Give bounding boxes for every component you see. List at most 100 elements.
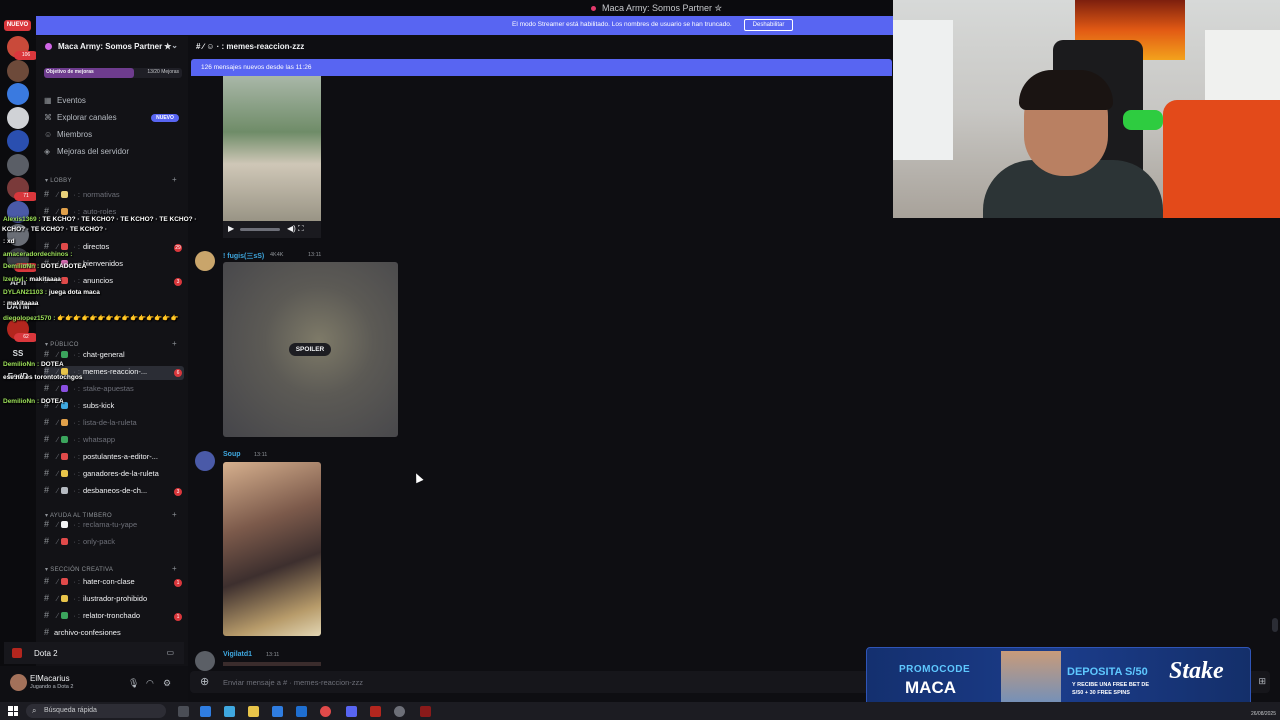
folder-icon[interactable] bbox=[248, 706, 259, 717]
category-creative[interactable]: ▾ SECCIÓN CREATIVA bbox=[45, 566, 113, 573]
store-icon[interactable] bbox=[272, 706, 283, 717]
channel-item[interactable]: ›#∕· :ilustrador-prohibido bbox=[44, 593, 184, 607]
stream-chat-line: : xd bbox=[3, 238, 15, 245]
task-view-icon[interactable] bbox=[178, 706, 189, 717]
dota-icon[interactable] bbox=[420, 706, 431, 717]
video-attachment[interactable] bbox=[223, 76, 321, 236]
channel-name: hater-con-clase bbox=[82, 577, 135, 586]
add-channel-icon[interactable]: + bbox=[172, 339, 177, 348]
message-author[interactable]: Soup bbox=[223, 451, 241, 458]
voice-connection[interactable]: Dota 2 ▭ bbox=[4, 642, 184, 664]
channel-emoji-icon bbox=[61, 453, 69, 460]
channel-item[interactable]: # ∕ · : normativas bbox=[44, 189, 184, 203]
chrome-icon[interactable] bbox=[320, 706, 331, 717]
separator-icon: · : bbox=[73, 207, 80, 216]
volume-slider[interactable] bbox=[240, 228, 280, 231]
message-author[interactable]: ! fugis(三sS) bbox=[223, 251, 264, 261]
stake-logo: Stake bbox=[1169, 658, 1224, 684]
message-author[interactable]: Vigilatd1 bbox=[223, 651, 252, 658]
stream-chat-user: DemilioNn : bbox=[3, 263, 40, 270]
slash-icon: ∕ bbox=[57, 577, 59, 586]
channel-item[interactable]: ›#archivo-confesiones bbox=[44, 627, 184, 641]
channel-item[interactable]: # ∕ · : subs-kick bbox=[44, 400, 184, 414]
channel-item[interactable]: # ∕ · : reclama-tu-yape bbox=[44, 519, 184, 533]
app-icon[interactable] bbox=[370, 706, 381, 717]
guild-header[interactable]: Maca Army: Somos Partner ✮ ⌄ bbox=[36, 36, 188, 58]
server-icon[interactable] bbox=[7, 153, 29, 176]
discord-icon[interactable] bbox=[346, 706, 357, 717]
dota-icon bbox=[12, 648, 22, 658]
disable-streamer-button[interactable]: Deshabilitar bbox=[744, 19, 793, 31]
message-input[interactable]: Enviar mensaje a # · memes-reaccion-zzz bbox=[223, 678, 363, 687]
server-icon[interactable]: SS bbox=[4, 349, 32, 358]
channel-item[interactable]: # ∕ · : whatsapp bbox=[44, 434, 184, 448]
obs-icon[interactable] bbox=[394, 706, 405, 717]
channel-item[interactable]: # ∕ · : lista-de-la-ruleta bbox=[44, 417, 184, 431]
volume-icon[interactable]: ◀) ⛶ bbox=[287, 224, 304, 234]
avatar[interactable] bbox=[195, 251, 215, 271]
stream-chat-message: KCHO? · TE KCHO? · TE KCHO? · bbox=[2, 226, 108, 233]
nav-browse-channels[interactable]: ⌘ Explorar canales bbox=[44, 113, 117, 122]
windows-start-icon[interactable] bbox=[8, 706, 18, 716]
channel-item[interactable]: # ∕ · : anuncios 3 bbox=[44, 275, 184, 289]
screen-share-icon[interactable]: ▭ bbox=[166, 648, 174, 657]
outlook-icon[interactable] bbox=[296, 706, 307, 717]
edge-icon[interactable] bbox=[200, 706, 211, 717]
channel-item[interactable]: ›#∕· :hater-con-clase1 bbox=[44, 576, 184, 590]
avatar[interactable] bbox=[195, 651, 215, 671]
add-channel-icon[interactable]: + bbox=[172, 564, 177, 573]
channel-item[interactable]: ›#∕· :postulantes-a-editor-... bbox=[44, 451, 184, 465]
gamepad-icon[interactable]: ⊞ bbox=[1258, 676, 1266, 687]
nav-server-boosts[interactable]: ◈ Mejoras del servidor bbox=[44, 147, 129, 156]
video-attachment[interactable] bbox=[223, 662, 321, 666]
channel-item[interactable]: # ∕ · : stake-apuestas bbox=[44, 383, 184, 397]
boost-goal[interactable]: Objetivo de mejoras 13/20 Mejoras bbox=[44, 68, 182, 78]
channel-item[interactable]: ›#∕· :desbaneos-de-ch...3 bbox=[44, 485, 184, 499]
nav-members[interactable]: ☺ Miembros bbox=[44, 130, 92, 139]
promo-deposit: DEPOSITA S/50 bbox=[1067, 666, 1148, 678]
hash-icon: # bbox=[44, 485, 50, 495]
slash-icon: ∕ bbox=[57, 611, 59, 620]
channel-name: archivo-confesiones bbox=[54, 628, 121, 637]
stream-chat-message: makitaaaa bbox=[29, 276, 61, 283]
unread-count: 3 bbox=[174, 488, 182, 496]
taskbar-search[interactable]: ⌕ Búsqueda rápida bbox=[26, 704, 166, 718]
channel-item[interactable]: ›#∕· :ganadores-de-la-ruleta bbox=[44, 468, 184, 482]
scrollbar[interactable] bbox=[1272, 618, 1278, 632]
avatar[interactable] bbox=[195, 451, 215, 471]
nav-label: Miembros bbox=[57, 130, 93, 139]
channel-item[interactable]: # ∕ · : chat-general bbox=[44, 349, 184, 363]
gear-icon[interactable]: ⚙ bbox=[163, 678, 171, 689]
separator-icon: · : bbox=[73, 486, 80, 495]
headphones-icon[interactable]: ◠ bbox=[146, 678, 154, 689]
spoiler-image[interactable]: SPOILER bbox=[223, 262, 398, 437]
nav-events[interactable]: ▦ Eventos bbox=[44, 96, 86, 105]
avatar[interactable] bbox=[10, 674, 27, 691]
video-attachment[interactable] bbox=[223, 462, 321, 636]
server-icon[interactable] bbox=[7, 130, 29, 152]
add-channel-icon[interactable]: + bbox=[172, 510, 177, 519]
play-icon[interactable]: ▶ bbox=[228, 224, 234, 233]
channel-name: reclama-tu-yape bbox=[82, 520, 138, 529]
category-lobby[interactable]: ▾ LOBBY bbox=[45, 177, 72, 184]
server-icon[interactable] bbox=[7, 83, 29, 105]
add-channel-icon[interactable]: + bbox=[172, 175, 177, 184]
clock-date: 26/08/2025 bbox=[1250, 711, 1276, 717]
microphone-icon[interactable]: 🎙 bbox=[128, 678, 139, 689]
category-public[interactable]: ▾ PÚBLICO bbox=[45, 341, 79, 348]
taskbar: ⌕ Búsqueda rápida 26/08/2025 bbox=[0, 702, 1280, 720]
channel-item[interactable]: # ∕ · : only-pack bbox=[44, 536, 184, 550]
hash-icon: # bbox=[44, 468, 50, 478]
hash-icon: # bbox=[44, 189, 50, 199]
unread-count: 1 bbox=[174, 579, 182, 587]
category-help[interactable]: ▾ AYUDA AL TIMBERO bbox=[45, 512, 112, 519]
new-tag: NUEVO bbox=[151, 114, 179, 122]
channel-item[interactable]: ›#∕· :relator-tronchado1 bbox=[44, 610, 184, 624]
new-messages-bar[interactable]: 126 mensajes nuevos desde las 11:26 bbox=[191, 59, 892, 76]
channel-name: chat-general bbox=[82, 350, 125, 359]
stream-chat-user: Alexis1369 : bbox=[3, 216, 41, 223]
server-icon[interactable] bbox=[7, 59, 29, 82]
add-attachment-icon[interactable]: ⊕ bbox=[200, 675, 209, 688]
server-icon[interactable] bbox=[7, 106, 29, 129]
browser-icon[interactable] bbox=[224, 706, 235, 717]
